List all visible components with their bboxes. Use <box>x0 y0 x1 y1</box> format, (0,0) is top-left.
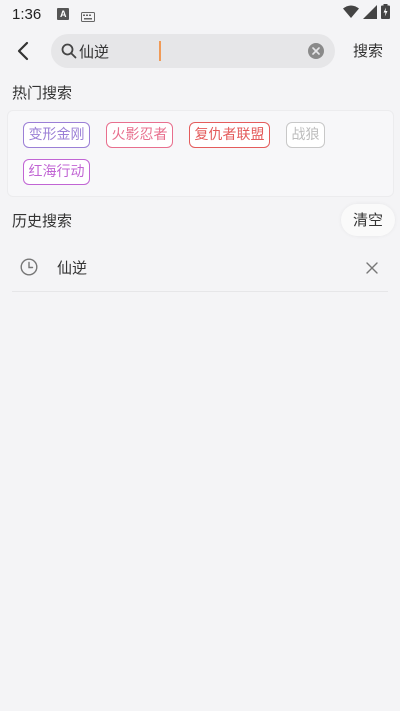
keyboard-icon <box>81 9 96 22</box>
text-caret <box>159 41 161 61</box>
hot-tag[interactable]: 火影忍者 <box>106 122 173 148</box>
status-time: 1:36 <box>12 5 42 23</box>
search-top-bar: 搜索 <box>0 34 400 68</box>
clear-history-button[interactable]: 清空 <box>341 204 395 236</box>
hot-search-title: 热门搜索 <box>12 84 73 102</box>
back-arrow-icon <box>17 41 29 61</box>
hot-tag[interactable]: 变形金刚 <box>23 122 90 148</box>
search-input[interactable] <box>79 40 299 62</box>
history-search-title: 历史搜索 <box>12 212 73 230</box>
hot-tag[interactable]: 复仇者联盟 <box>189 122 270 148</box>
status-bar: 1:36 A <box>0 0 400 28</box>
close-icon <box>366 262 378 274</box>
remove-history-item-button[interactable] <box>364 260 380 276</box>
back-button[interactable] <box>12 39 34 63</box>
history-item-label: 仙逆 <box>57 259 88 277</box>
hot-tag[interactable]: 红海行动 <box>23 159 90 185</box>
search-box[interactable] <box>51 34 335 68</box>
search-icon <box>61 43 77 59</box>
history-item[interactable]: 仙逆 <box>12 244 388 292</box>
hot-search-panel: 变形金刚 火影忍者 复仇者联盟 战狼 红海行动 <box>7 110 394 197</box>
search-button[interactable]: 搜索 <box>345 40 391 62</box>
clock-icon <box>20 258 38 276</box>
battery-charging-icon <box>381 4 390 24</box>
clear-input-button[interactable] <box>308 43 324 59</box>
a-notification-icon: A <box>57 8 70 20</box>
status-right-icons <box>343 4 390 24</box>
close-icon <box>312 47 320 55</box>
signal-icon <box>363 4 377 24</box>
hot-tag[interactable]: 战狼 <box>286 122 325 148</box>
wifi-icon <box>343 5 359 24</box>
